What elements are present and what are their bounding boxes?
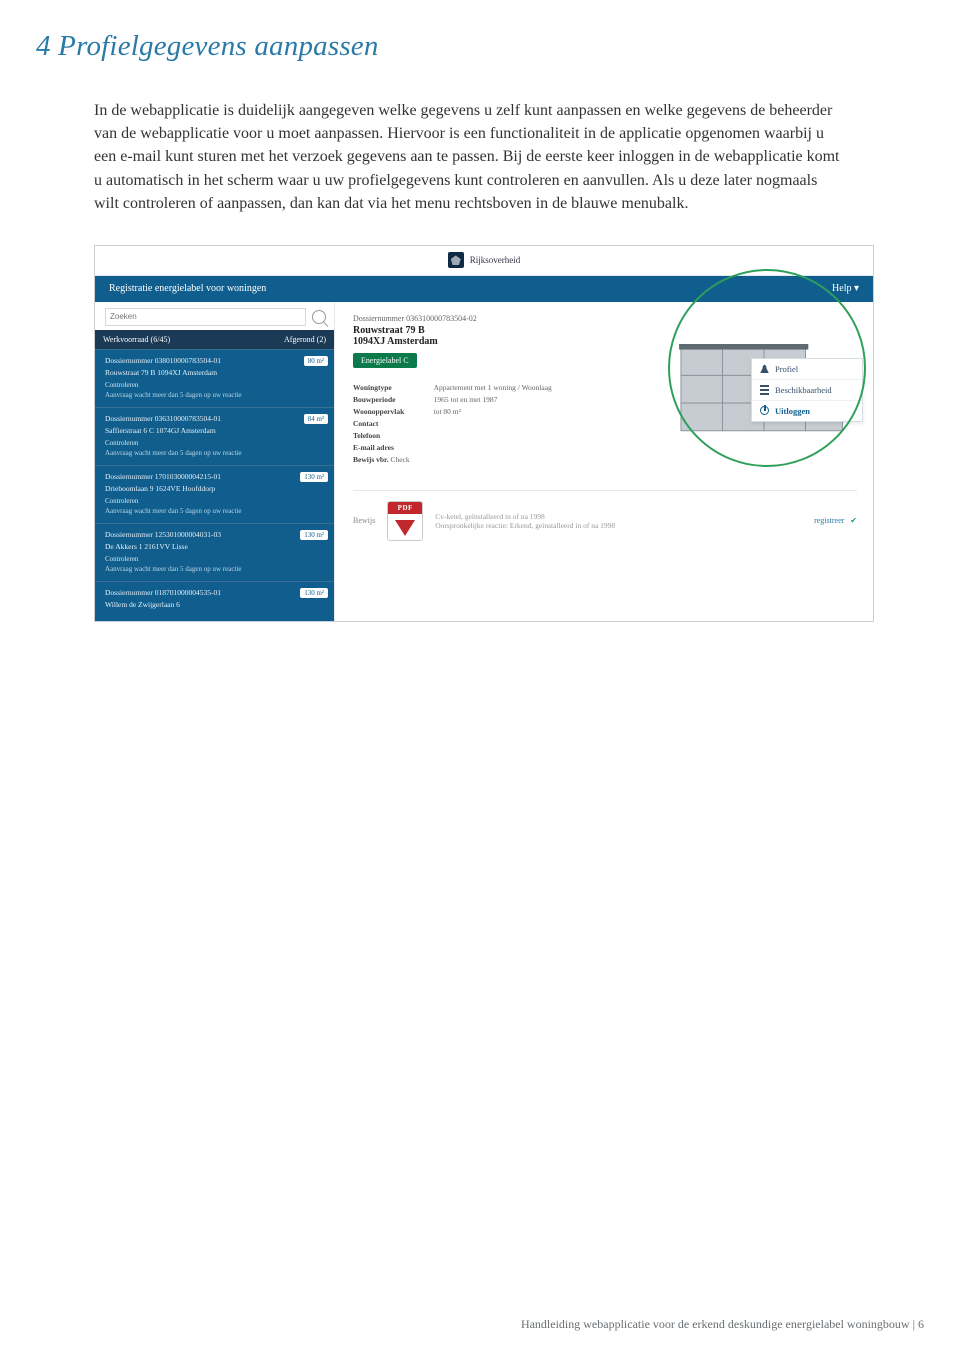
tab-afgerond[interactable]: Afgerond (2) <box>284 335 326 344</box>
pdf-text-line2: Oorspronkelijke reactie: Erkend, geïnsta… <box>435 521 615 530</box>
prop-value: tot 80 m² <box>434 406 552 418</box>
dossier-number: Dossiernummer 036310000783504-01 <box>105 414 326 423</box>
sidebar-tab-header: Werkvoorraad (6/45) Afgerond (2) <box>95 330 334 349</box>
person-icon <box>760 364 769 373</box>
dossier-address: Rouwstraat 79 B 1094XJ Amsterdam <box>105 368 326 377</box>
brand-text: Rijksoverheid <box>470 255 521 265</box>
dossier-item[interactable]: 130 m² Dossiernummer 125301000004031-03 … <box>95 523 334 581</box>
help-menu-logout[interactable]: Uitloggen <box>752 400 862 421</box>
dossier-number: Dossiernummer 038010000783504-01 <box>105 356 326 365</box>
area-chip: 130 m² <box>300 472 328 482</box>
energielabel-badge: Energielabel C <box>353 353 417 368</box>
search-icon[interactable] <box>312 310 326 324</box>
prop-key: E-mail adres <box>353 443 394 452</box>
dossier-wait-note: Aanvraag wacht meer dan 5 dagen op uw re… <box>105 565 326 573</box>
embedded-screenshot: Rijksoverheid Registratie energielabel v… <box>94 245 864 622</box>
prop-value: 1965 tot en met 1987 <box>434 394 552 406</box>
dossier-status: Controleren <box>105 439 326 447</box>
dossier-item[interactable]: 130 m² Dossiernummer 018701000004535-01 … <box>95 581 334 621</box>
rijksoverheid-logo-icon <box>448 252 464 268</box>
calendar-icon <box>760 385 769 395</box>
dossier-item[interactable]: 80 m² Dossiernummer 038010000783504-01 R… <box>95 349 334 407</box>
bewijs-label: Bewijs <box>353 516 375 525</box>
dossier-address: Willem de Zwijgerlaan 6 <box>105 600 326 609</box>
pdf-text-line1: Cv-ketel, geïnstalleerd in of na 1998 <box>435 512 615 521</box>
dossier-address: Saffierstraat 6 C 1074GJ Amsterdam <box>105 426 326 435</box>
prop-value: Check <box>390 455 409 464</box>
help-menu-availability-label: Beschikbaarheid <box>775 385 832 395</box>
area-chip: 130 m² <box>300 530 328 540</box>
prop-key: Bewijs vbr. <box>353 455 389 464</box>
page-footer: Handleiding webapplicatie voor de erkend… <box>521 1317 924 1332</box>
help-menu-profile-label: Profiel <box>775 364 798 374</box>
dossier-sidebar: Werkvoorraad (6/45) Afgerond (2) 80 m² D… <box>95 302 335 621</box>
section-heading: 4 Profielgegevens aanpassen <box>36 30 900 63</box>
dossier-status: Controleren <box>105 497 326 505</box>
dossier-item[interactable]: 84 m² Dossiernummer 036310000783504-01 S… <box>95 407 334 465</box>
app-top-bar: Rijksoverheid <box>95 246 873 276</box>
app-blue-bar: Registratie energielabel voor woningen H… <box>95 276 873 302</box>
dossier-status: Controleren <box>105 555 326 563</box>
dossier-item[interactable]: 130 m² Dossiernummer 170103000004215-01 … <box>95 465 334 523</box>
search-input[interactable] <box>105 308 306 326</box>
area-chip: 84 m² <box>304 414 328 424</box>
dossier-number: Dossiernummer 018701000004535-01 <box>105 588 326 597</box>
help-dropdown: Profiel Beschikbaarheid Uitloggen <box>751 358 863 422</box>
prop-key: Contact <box>353 419 378 428</box>
help-menu-availability[interactable]: Beschikbaarheid <box>752 379 862 400</box>
dossier-detail: Dossiernummer 036310000783504-02 Rouwstr… <box>335 302 873 621</box>
dossier-number: Dossiernummer 125301000004031-03 <box>105 530 326 539</box>
app-title: Registratie energielabel voor woningen <box>109 283 266 294</box>
body-paragraph: In de webapplicatie is duidelijk aangege… <box>94 99 840 215</box>
pdf-file-icon[interactable]: PDF <box>387 501 423 541</box>
help-menu-logout-label: Uitloggen <box>775 406 810 416</box>
tab-werkvoorraad[interactable]: Werkvoorraad (6/45) <box>103 335 170 344</box>
dossier-wait-note: Aanvraag wacht meer dan 5 dagen op uw re… <box>105 391 326 399</box>
prop-value: Appartement met 1 woning / Woonlaag <box>434 382 552 394</box>
dossier-status: Controleren <box>105 381 326 389</box>
register-link[interactable]: registreer <box>814 516 844 525</box>
help-menu-trigger[interactable]: Help ▾ <box>832 283 859 294</box>
prop-key: Woningtype <box>353 383 392 392</box>
dossier-address: Drieboomlaan 9 1624VE Hoofddorp <box>105 484 326 493</box>
prop-key: Bouwperiode <box>353 395 396 404</box>
dossier-number: Dossiernummer 170103000004215-01 <box>105 472 326 481</box>
dossier-wait-note: Aanvraag wacht meer dan 5 dagen op uw re… <box>105 507 326 515</box>
check-icon: ✔ <box>850 516 857 525</box>
help-menu-profile[interactable]: Profiel <box>752 359 862 379</box>
power-icon <box>760 406 769 415</box>
dossier-wait-note: Aanvraag wacht meer dan 5 dagen op uw re… <box>105 449 326 457</box>
pdf-badge-label: PDF <box>388 502 422 514</box>
dossier-address: De Akkers 1 2161VV Lisse <box>105 542 326 551</box>
area-chip: 80 m² <box>304 356 328 366</box>
prop-key: Telefoon <box>353 431 380 440</box>
area-chip: 130 m² <box>300 588 328 598</box>
prop-key: Woonoppervlak <box>353 407 404 416</box>
